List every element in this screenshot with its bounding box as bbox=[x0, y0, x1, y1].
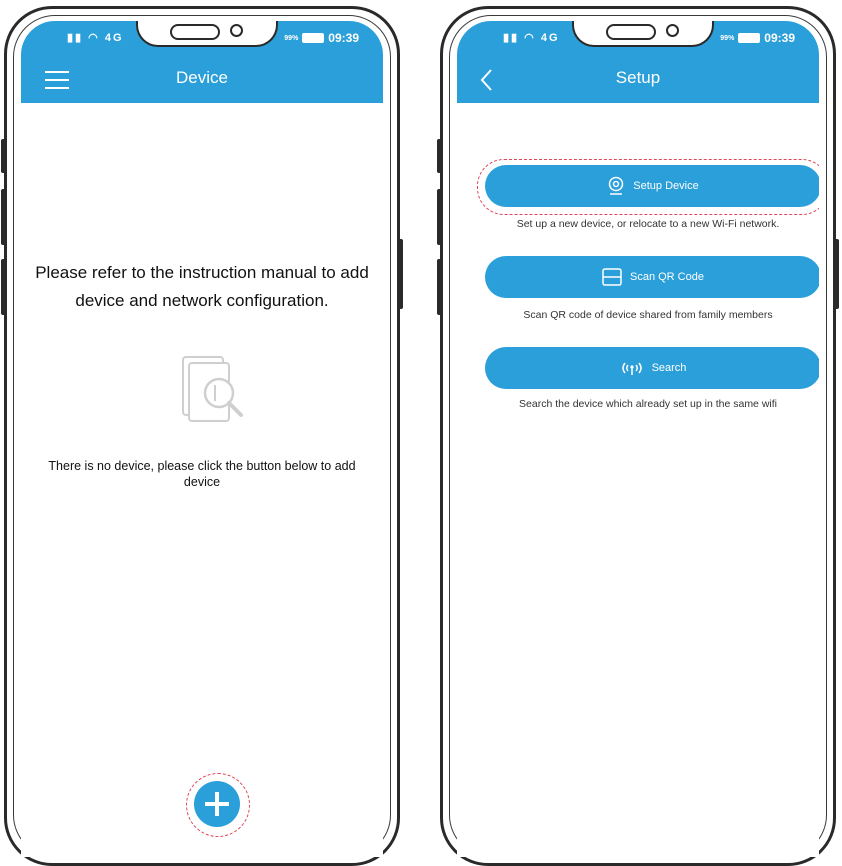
power-button bbox=[834, 239, 839, 309]
wifi-icon: ◠ bbox=[524, 32, 541, 44]
volume-button bbox=[1, 139, 6, 173]
setup-device-description: Set up a new device, or relocate to a ne… bbox=[516, 218, 780, 230]
phone-setup: ▮▮ ◠ 4G 99% 09:39 Setup Setup Device Set… bbox=[437, 6, 839, 866]
phone-notch bbox=[572, 21, 714, 47]
phone-notch bbox=[136, 21, 278, 47]
status-time: 09:39 bbox=[328, 31, 359, 45]
page-title: Setup bbox=[615, 68, 661, 87]
power-button bbox=[398, 239, 403, 309]
network-label: 4G bbox=[540, 32, 560, 44]
network-label: 4G bbox=[104, 32, 124, 44]
empty-message: There is no device, please click the but… bbox=[48, 459, 356, 489]
volume-button bbox=[437, 139, 442, 173]
setup-screen: ▮▮ ◠ 4G 99% 09:39 Setup Setup Device Set… bbox=[457, 21, 819, 857]
scan-qr-code-button[interactable]: Scan QR Code bbox=[485, 256, 819, 298]
wifi-icon: ◠ bbox=[88, 32, 105, 44]
instruction-text: Please refer to the instruction manual t… bbox=[35, 263, 369, 310]
scan-qr-code-description: Scan QR code of device shared from famil… bbox=[523, 309, 773, 321]
volume-button bbox=[437, 259, 442, 315]
status-signal: ▮▮ ◠ 4G bbox=[503, 31, 560, 44]
search-description: Search the device which already set up i… bbox=[519, 398, 777, 410]
add-device-button[interactable] bbox=[194, 781, 240, 827]
setup-device-label: Setup Device bbox=[633, 180, 699, 192]
status-right: 99% 09:39 bbox=[284, 31, 359, 45]
volume-button bbox=[1, 189, 6, 245]
volume-button bbox=[437, 189, 442, 245]
scan-qr-code-label: Scan QR Code bbox=[630, 271, 704, 283]
battery-icon bbox=[302, 33, 325, 43]
app-header: ▮▮ ◠ 4G 99% 09:39 Setup bbox=[457, 21, 819, 103]
camera-icon bbox=[607, 176, 625, 196]
status-right: 99% 09:39 bbox=[720, 31, 795, 45]
status-time: 09:39 bbox=[764, 31, 795, 45]
setup-device-button[interactable]: Setup Device bbox=[485, 165, 819, 207]
battery-percent: 99% bbox=[284, 34, 299, 42]
radar-signal-icon bbox=[620, 360, 644, 376]
signal-icon: ▮▮ bbox=[67, 32, 89, 44]
device-screen: ▮▮ ◠ 4G 99% 09:39 Device Please refer to… bbox=[21, 21, 383, 857]
search-label: Search bbox=[651, 362, 687, 374]
qr-frame-icon bbox=[602, 268, 622, 286]
app-header: ▮▮ ◠ 4G 99% 09:39 Device bbox=[21, 21, 383, 103]
signal-icon: ▮▮ bbox=[503, 32, 525, 44]
status-signal: ▮▮ ◠ 4G bbox=[67, 31, 124, 44]
search-button[interactable]: Search bbox=[485, 347, 819, 389]
battery-icon bbox=[738, 33, 761, 43]
phone-device: ▮▮ ◠ 4G 99% 09:39 Device Please refer to… bbox=[1, 6, 403, 866]
volume-button bbox=[1, 259, 6, 315]
page-title: Device bbox=[176, 68, 228, 87]
battery-percent: 99% bbox=[720, 34, 735, 42]
device-search-icon bbox=[175, 351, 255, 431]
